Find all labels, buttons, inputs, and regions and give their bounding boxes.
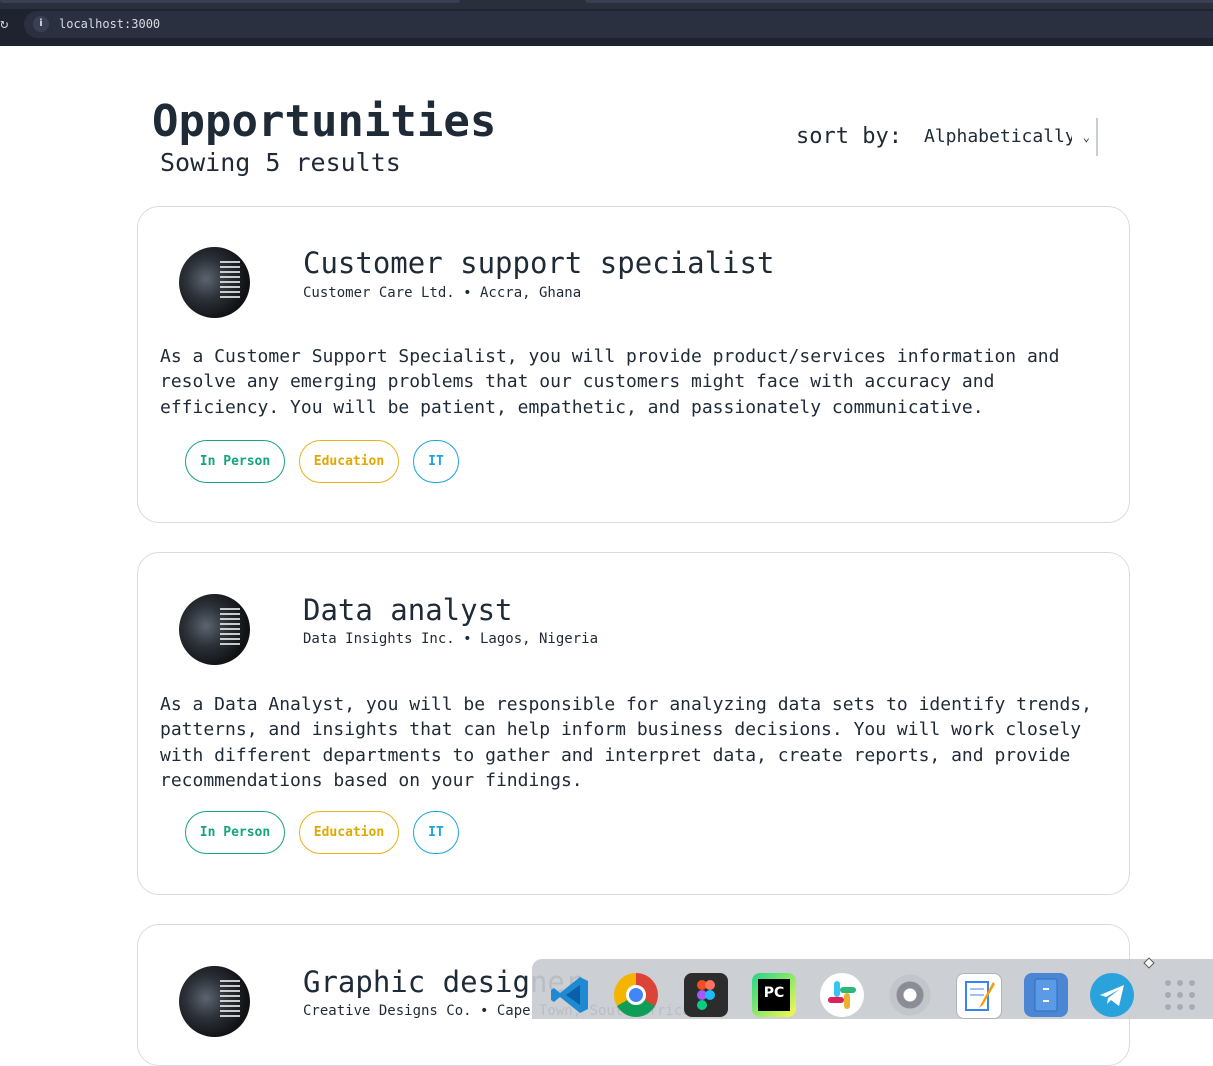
address-bar[interactable]: [24, 11, 1213, 38]
job-description: As a Customer Support Specialist, you wi…: [160, 346, 1060, 418]
site-info-icon[interactable]: i: [33, 16, 49, 32]
tag-in-person[interactable]: In Person: [185, 440, 285, 483]
job-title[interactable]: Customer support specialist: [303, 245, 774, 281]
tag-in-person[interactable]: In Person: [185, 811, 285, 854]
company-logo: [179, 594, 250, 665]
reload-icon[interactable]: ↻: [0, 15, 8, 33]
figma-icon[interactable]: [684, 973, 728, 1017]
pycharm-label: PC: [758, 979, 790, 1011]
browser-toolbar: ↻ i localhost:3000: [0, 0, 1213, 46]
slack-icon[interactable]: [820, 973, 864, 1017]
tag-it[interactable]: IT: [413, 440, 459, 483]
pycharm-icon[interactable]: PC: [752, 973, 796, 1017]
browser-tab[interactable]: [585, 0, 1213, 3]
sort-label: sort by:: [796, 124, 902, 149]
chrome-icon[interactable]: [614, 973, 658, 1017]
job-title[interactable]: Data analyst: [303, 592, 513, 628]
job-card[interactable]: Customer support specialist Customer Car…: [137, 206, 1130, 523]
desktop-dock: PC: [532, 957, 1213, 1019]
tag-education[interactable]: Education: [299, 811, 399, 854]
app-grid-icon[interactable]: [1158, 973, 1202, 1017]
files-icon[interactable]: [1024, 973, 1068, 1017]
page-title: Opportunities: [152, 96, 497, 147]
browser-tab[interactable]: [0, 0, 460, 3]
url-text[interactable]: localhost:3000: [59, 16, 160, 32]
job-description: As a Data Analyst, you will be responsib…: [160, 694, 1092, 791]
tag-education[interactable]: Education: [299, 440, 399, 483]
tag-it[interactable]: IT: [413, 811, 459, 854]
sort-select-value: Alphabetically: [924, 126, 1072, 147]
job-meta: Data Insights Inc. • Lagos, Nigeria: [303, 631, 599, 647]
sort-select[interactable]: Alphabetically ⌄: [924, 118, 1098, 156]
company-logo: [179, 966, 250, 1037]
results-count: Sowing 5 results: [160, 148, 401, 177]
settings-icon[interactable]: [888, 973, 932, 1017]
job-card[interactable]: Data analyst Data Insights Inc. • Lagos,…: [137, 552, 1130, 895]
job-meta: Customer Care Ltd. • Accra, Ghana: [303, 285, 582, 301]
vscode-icon[interactable]: [548, 973, 592, 1017]
text-editor-icon[interactable]: [956, 973, 1002, 1019]
dock-indicator: [1143, 957, 1155, 969]
company-logo: [179, 247, 250, 318]
chevron-down-icon: ⌄: [1082, 130, 1090, 144]
telegram-icon[interactable]: [1090, 973, 1134, 1017]
tab-strip: [0, 0, 1213, 9]
